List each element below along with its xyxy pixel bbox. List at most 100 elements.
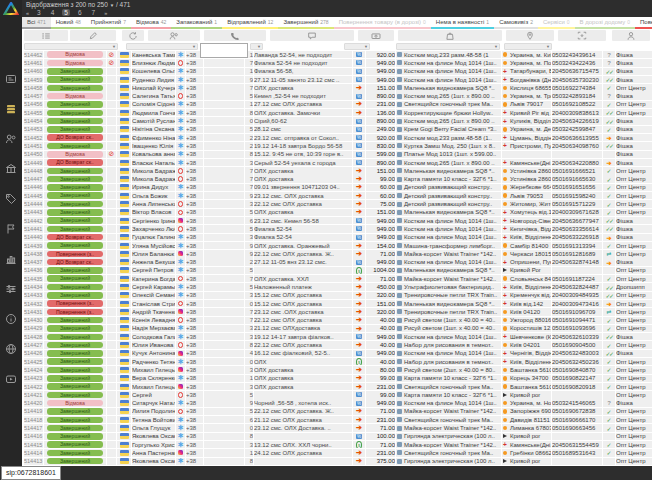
column-product[interactable] bbox=[398, 30, 502, 41]
column-phone[interactable] bbox=[204, 30, 266, 41]
order-row[interactable]: 514455 Завершений Людмила Гончарова +38 … bbox=[22, 109, 652, 117]
pagination-summary[interactable]: Відображення з 200 по 250 ▼ / 471 bbox=[26, 1, 130, 8]
status-tab[interactable]: Сервіси0 bbox=[538, 17, 575, 29]
page-button[interactable]: 5 bbox=[62, 9, 70, 16]
column-payment[interactable] bbox=[358, 30, 394, 41]
order-row[interactable]: 514435 Завершений Катерина Богданова +38… bbox=[22, 275, 652, 283]
order-row[interactable]: 514446 Завершений Ирина Дидух +38 7 09.0… bbox=[22, 184, 652, 192]
order-row[interactable]: 514462 Відмова Каневська Тамара .. +38 1… bbox=[22, 51, 652, 59]
status-tab[interactable]: Завершений278 bbox=[278, 17, 333, 29]
settings-icon[interactable] bbox=[5, 283, 17, 295]
order-row[interactable]: 514441 Завершений Захарченко Люба +38 5 … bbox=[22, 225, 652, 233]
delivery-filter[interactable]: ▼ bbox=[504, 43, 552, 50]
phone-filter-input[interactable] bbox=[200, 43, 248, 58]
page-button[interactable]: 3 bbox=[35, 9, 43, 16]
order-row[interactable]: 514430 Завершений Ксенія Левадняя +38 7 … bbox=[22, 317, 652, 325]
stats-icon[interactable] bbox=[5, 253, 17, 265]
order-row[interactable]: 514460 Завершений Кошелева Ольга Ар.. +3… bbox=[22, 68, 652, 76]
status-tab[interactable]: В дорозі додому0 bbox=[575, 17, 635, 29]
status-tab[interactable]: Всі471 bbox=[22, 17, 51, 29]
order-row[interactable]: 514442 Завершений Сергіенко Ірина Ми.. +… bbox=[22, 217, 652, 225]
payment-filter[interactable]: ▼ bbox=[344, 43, 370, 50]
globe-icon[interactable] bbox=[5, 343, 17, 355]
page-button[interactable]: 6 bbox=[76, 9, 84, 16]
order-row[interactable]: 514426 Завершений Кучук Антонина +38 4 1… bbox=[22, 350, 652, 358]
order-row[interactable]: 514448 Завершений Микола Бадражан +38 7 … bbox=[22, 167, 652, 175]
order-row[interactable]: 514449 ДО Возврат ск.. Власюк Наталья +3… bbox=[22, 159, 652, 167]
order-row[interactable]: 514459 Завершений Руденко Лидия Пав.. +3… bbox=[22, 76, 652, 84]
column-delivery[interactable] bbox=[506, 30, 554, 41]
order-row[interactable]: 514445 Завершений Ольга Божик +38 9 23.1… bbox=[22, 192, 652, 200]
order-row[interactable]: 514458 Завершений Николай Кучеренко +38 … bbox=[22, 84, 652, 92]
order-row[interactable]: 514440 ДО Возврат ск.. Гуцалюк Галина +3… bbox=[22, 234, 652, 242]
order-row[interactable]: 514444 Завершений Анна Липенська +38 3 2… bbox=[22, 200, 652, 208]
page-button[interactable]: 7 bbox=[90, 9, 98, 16]
order-row[interactable]: 514421 Завершений Сергей +38 5 99.00 Кар… bbox=[22, 391, 652, 399]
last-page-button[interactable]: » bbox=[104, 10, 106, 16]
status-tab[interactable]: Прийнятий7 bbox=[86, 17, 131, 29]
order-row[interactable]: 514461 Відмова Близнюк Людмила .. +38 7 … bbox=[22, 59, 652, 67]
order-row[interactable]: 514456 Завершений Соломія Сідоніна +38 1… bbox=[22, 101, 652, 109]
order-row[interactable]: 514422 Завершений Михаил Гилецький +38 3… bbox=[22, 383, 652, 391]
order-row[interactable]: 514457 Відмова Салегина Татьяна С.. +38 … bbox=[22, 92, 652, 100]
info-icon[interactable] bbox=[5, 313, 17, 325]
status-tab[interactable]: Новий48 bbox=[51, 17, 86, 29]
status-tab[interactable]: Самовивіз2 bbox=[494, 17, 538, 29]
products-icon[interactable] bbox=[5, 193, 17, 205]
order-row[interactable]: 514425 Завершений Радченко Тетяна +38 0 … bbox=[22, 358, 652, 366]
status-tab[interactable]: Запакований1 bbox=[171, 17, 222, 29]
order-row[interactable]: 514424 Завершений Михаил Гилецький +38 3… bbox=[22, 366, 652, 374]
order-row[interactable]: 514420 Відмова Ситарчук Наталія Гр.. +38… bbox=[22, 399, 652, 407]
order-row[interactable]: 514437 ДО Возврат ск.. Анжела Безушку +3… bbox=[22, 258, 652, 266]
orders-icon[interactable] bbox=[5, 103, 17, 115]
order-row[interactable]: 514439 Завершений Уляна Мусійовська +38 … bbox=[22, 242, 652, 250]
order-row[interactable]: 514419 Завершений Лилия Подолинская +38 … bbox=[22, 408, 652, 416]
column-comment[interactable] bbox=[270, 30, 354, 41]
status-tab[interactable]: Повернення4 bbox=[635, 17, 652, 29]
order-row[interactable]: 514438 Повернення (з.. Юлия Баланюк +38 … bbox=[22, 250, 652, 258]
order-row[interactable]: 514416 Завершений Яковлева Оксана +38 8 … bbox=[22, 433, 652, 441]
page-button[interactable]: 4 bbox=[49, 9, 57, 16]
column-order-id[interactable] bbox=[24, 30, 68, 41]
client-filter[interactable]: ▼ bbox=[126, 43, 198, 50]
order-row[interactable]: 514443 Завершений Віктор Власов +38 5 ОЛ… bbox=[22, 209, 652, 217]
order-row[interactable]: 514414 Завершений Анна Пастернак +38 1 2… bbox=[22, 449, 652, 457]
order-row[interactable]: 514436 Завершений Сергей Петров +38 5 10… bbox=[22, 267, 652, 275]
order-row[interactable]: 514429 Завершений Надія Мерзаєва +38 3 2… bbox=[22, 325, 652, 333]
count-filter[interactable]: ▼ bbox=[250, 43, 263, 50]
column-refresh[interactable] bbox=[122, 30, 144, 41]
clients-icon[interactable] bbox=[5, 133, 17, 145]
column-status[interactable] bbox=[70, 30, 116, 41]
column-tracking[interactable] bbox=[558, 30, 606, 41]
order-row[interactable]: 514433 Завершений Олексій Семанін +38 3 … bbox=[22, 292, 652, 300]
order-row[interactable]: 514413 Завершений Яковлева Оксана +38 8 … bbox=[22, 458, 652, 466]
order-row[interactable]: 514418 Завершений Тетяна Войтович +38 6 … bbox=[22, 416, 652, 424]
order-row[interactable]: 514452 ДО Возврат ск.. Єфименко Ніна +38… bbox=[22, 134, 652, 142]
status-tab[interactable]: Відправлений12 bbox=[222, 17, 278, 29]
order-row[interactable]: 514434 Завершений Сергей Карамышев +38 5… bbox=[22, 283, 652, 291]
status-tab[interactable]: Нема в наявності1 bbox=[431, 17, 494, 29]
status-filter[interactable]: ▼ bbox=[24, 43, 118, 50]
order-row[interactable]: 514454 Завершений Самотій Руслана Во.. +… bbox=[22, 117, 652, 125]
order-row[interactable]: 514447 Завершений Микола Бадражан +38 7 … bbox=[22, 175, 652, 183]
column-manager[interactable] bbox=[612, 30, 650, 41]
status-tab[interactable]: Відмова42 bbox=[131, 17, 171, 29]
order-row[interactable]: 514432 Повернення (з.. Станіслав Стрижак… bbox=[22, 300, 652, 308]
order-row[interactable]: 514453 Завершений Нікітіна Оксана Дми.. … bbox=[22, 126, 652, 134]
dashboard-icon[interactable] bbox=[5, 73, 17, 85]
status-tab[interactable]: Повернення товару (в дорозі)0 bbox=[334, 17, 431, 29]
order-row[interactable]: 514428 Завершений Солодкова Галина В.. +… bbox=[22, 333, 652, 341]
product-filter[interactable]: ▼ bbox=[396, 43, 500, 50]
order-row[interactable]: 514415 Завершений Горгулько Христина.. +… bbox=[22, 441, 652, 449]
column-client[interactable] bbox=[148, 30, 200, 41]
order-row[interactable]: 514450 Відмова Ковальова анна +38 8 15.1… bbox=[22, 151, 652, 159]
order-row[interactable]: 514423 Завершений Вера Скляренко +38 1 О… bbox=[22, 375, 652, 383]
order-row[interactable]: 514431 Повернення (з.. Андрій Ткаченко +… bbox=[22, 308, 652, 316]
order-row[interactable]: 514427 Завершений Юлия Иванова +38 8 22.… bbox=[22, 341, 652, 349]
order-row[interactable]: 514417 Завершений Ольга Глущук +38 0 23.… bbox=[22, 424, 652, 432]
order-row[interactable]: 514451 Завершений Іващенко Юлія +38 2 19… bbox=[22, 142, 652, 150]
company-icon[interactable] bbox=[5, 163, 17, 175]
first-page-button[interactable]: « bbox=[26, 10, 28, 16]
video-icon[interactable] bbox=[5, 373, 17, 385]
marketing-icon[interactable] bbox=[5, 223, 17, 235]
